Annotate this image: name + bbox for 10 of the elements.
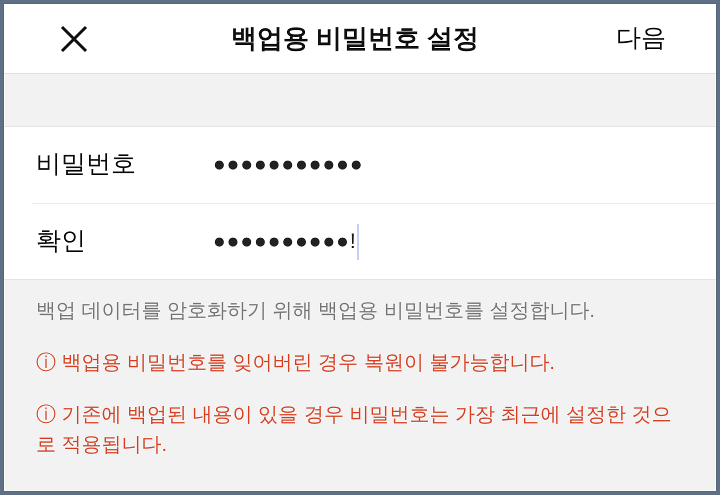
password-field[interactable]: ●●●●●●●●●●! <box>213 222 716 262</box>
warning-text: ⓘ 기존에 백업된 내용이 있을 경우 비밀번호는 가장 최근에 설정한 것으로 적용됩니다. <box>36 403 673 458</box>
field-label: 비밀번호 <box>35 149 137 180</box>
close-icon <box>59 24 89 54</box>
field-label: 확인 <box>35 226 87 257</box>
password-field[interactable]: ●●●●●●●●●●● <box>213 145 716 185</box>
screen-title: 백업용 비밀번호 설정 <box>230 22 480 55</box>
next-button[interactable]: 다음 <box>616 20 666 58</box>
warning-text: ⓘ 백업용 비밀번호를 잊어버린 경우 복원이 불가능합니다. <box>36 351 556 376</box>
info-text: 백업 데이터를 암호화하기 위해 백업용 비밀번호를 설정합니다. <box>36 299 596 324</box>
